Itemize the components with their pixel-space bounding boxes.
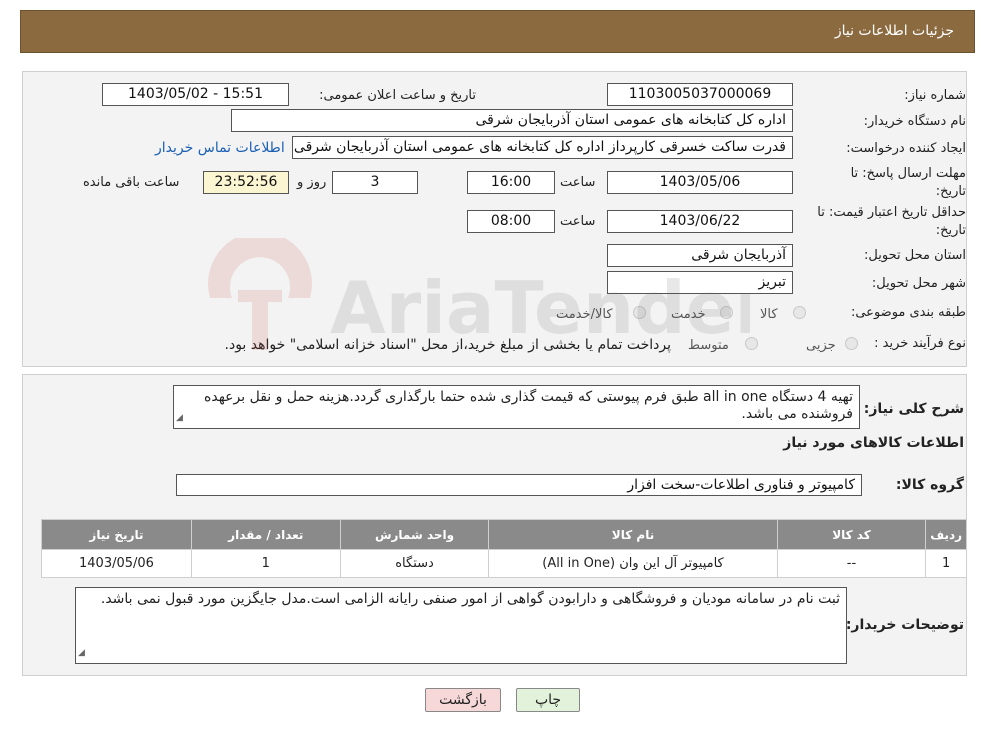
validity-date-field[interactable]: 1403/06/22 [607, 210, 793, 233]
validity-time-field[interactable]: 08:00 [467, 210, 555, 233]
col-qty: تعداد / مقدار [190, 519, 341, 550]
cell-code: -- [776, 549, 927, 578]
remaining-time-field[interactable]: 23:52:56 [203, 171, 289, 194]
table-row[interactable]: 1 -- کامپیوتر آل این وان (All in One) دس… [41, 549, 967, 578]
category-option-goods: کالا [760, 307, 778, 322]
cell-row: 1 [925, 549, 967, 578]
days-label: روز و [297, 175, 327, 190]
col-unit: واحد شمارش [339, 519, 490, 550]
announce-datetime-field[interactable]: 1403/05/02 - 15:51 [102, 83, 289, 106]
validity-label: حداقل تاریخ اعتبار قیمت: تا تاریخ: [817, 205, 966, 238]
remaining-label: ساعت باقی مانده [83, 175, 180, 190]
deadline-time-label: ساعت [560, 175, 596, 190]
description-text: تهیه 4 دستگاه all in one طبق فرم پیوستی … [204, 389, 853, 422]
cell-date: 1403/05/06 [41, 549, 192, 578]
back-button[interactable]: بازگشت [425, 688, 501, 712]
province-field[interactable]: آذربایجان شرقی [607, 244, 793, 267]
buyer-notes-text: ثبت نام در سامانه مودیان و فروشگاهی و دا… [100, 591, 840, 607]
cell-qty: 1 [190, 549, 341, 578]
category-option-goods-service: کالا/خدمت [556, 307, 613, 322]
goods-table-header: ردیف کد کالا نام کالا واحد شمارش تعداد /… [41, 519, 967, 550]
process-radio-medium[interactable] [745, 337, 758, 350]
announce-label: تاریخ و ساعت اعلان عمومی: [319, 88, 476, 103]
need-number-field[interactable]: 1103005037000069 [607, 83, 793, 106]
process-radio-minor[interactable] [845, 337, 858, 350]
col-date: تاریخ نیاز [41, 519, 192, 550]
page-title: جزئیات اطلاعات نیاز [834, 23, 954, 39]
page-header: جزئیات اطلاعات نیاز [20, 10, 975, 53]
city-field[interactable]: تبریز [607, 271, 793, 294]
need-info-panel: شماره نیاز: 1103005037000069 تاریخ و ساع… [22, 71, 967, 367]
creator-field[interactable]: قدرت ساکت خسرقی کارپرداز اداره کل کتابخا… [292, 136, 793, 159]
goods-group-label: گروه کالا: [895, 477, 964, 493]
col-name: نام کالا [488, 519, 778, 550]
col-code: کد کالا [776, 519, 927, 550]
goods-group-field[interactable]: کامپیوتر و فناوری اطلاعات-سخت افزار [176, 474, 862, 496]
province-label: استان محل تحویل: [864, 248, 966, 263]
col-row: ردیف [925, 519, 967, 550]
process-label: نوع فرآیند خرید : [874, 336, 966, 351]
goods-table: ردیف کد کالا نام کالا واحد شمارش تعداد /… [41, 519, 967, 578]
buyer-notes-label: توضیحات خریدار: [845, 617, 964, 633]
deadline-date-field[interactable]: 1403/05/06 [607, 171, 793, 194]
process-option-medium: متوسط [688, 338, 729, 353]
category-radio-goods-service[interactable] [633, 306, 646, 319]
category-option-service: خدمت [671, 307, 706, 322]
buyer-notes-textarea[interactable]: ثبت نام در سامانه مودیان و فروشگاهی و دا… [75, 587, 847, 664]
goods-info-title: اطلاعات کالاهای مورد نیاز [783, 435, 964, 451]
creator-label: ایجاد کننده درخواست: [846, 141, 966, 156]
process-note: پرداخت تمام یا بخشی از مبلغ خرید،از محل … [224, 337, 671, 353]
description-textarea[interactable]: تهیه 4 دستگاه all in one طبق فرم پیوستی … [173, 385, 860, 429]
process-option-minor: جزیی [806, 338, 836, 353]
deadline-label: مهلت ارسال پاسخ: تا تاریخ: [850, 166, 966, 199]
days-remaining-field[interactable]: 3 [332, 171, 418, 194]
city-label: شهر محل تحویل: [871, 276, 966, 291]
print-button[interactable]: چاپ [516, 688, 580, 712]
need-details-panel: شرح کلی نیاز: تهیه 4 دستگاه all in one ط… [22, 374, 967, 676]
category-label: طبقه بندی موضوعی: [850, 305, 966, 320]
cell-unit: دستگاه [339, 549, 490, 578]
need-number-label: شماره نیاز: [904, 88, 966, 103]
deadline-time-field[interactable]: 16:00 [467, 171, 555, 194]
buyer-org-label: نام دستگاه خریدار: [863, 114, 966, 129]
cell-name: کامپیوتر آل این وان (All in One) [488, 549, 778, 578]
resize-grip-icon[interactable]: ◢ [176, 410, 183, 427]
buyer-org-field[interactable]: اداره کل کتابخانه های عمومی استان آذربای… [231, 109, 793, 132]
category-radio-service[interactable] [720, 306, 733, 319]
buyer-contact-link[interactable]: اطلاعات تماس خریدار [155, 140, 285, 156]
validity-time-label: ساعت [560, 214, 596, 229]
resize-grip-icon[interactable]: ◢ [78, 645, 85, 662]
category-radio-goods[interactable] [793, 306, 806, 319]
description-label: شرح کلی نیاز: [863, 401, 964, 417]
